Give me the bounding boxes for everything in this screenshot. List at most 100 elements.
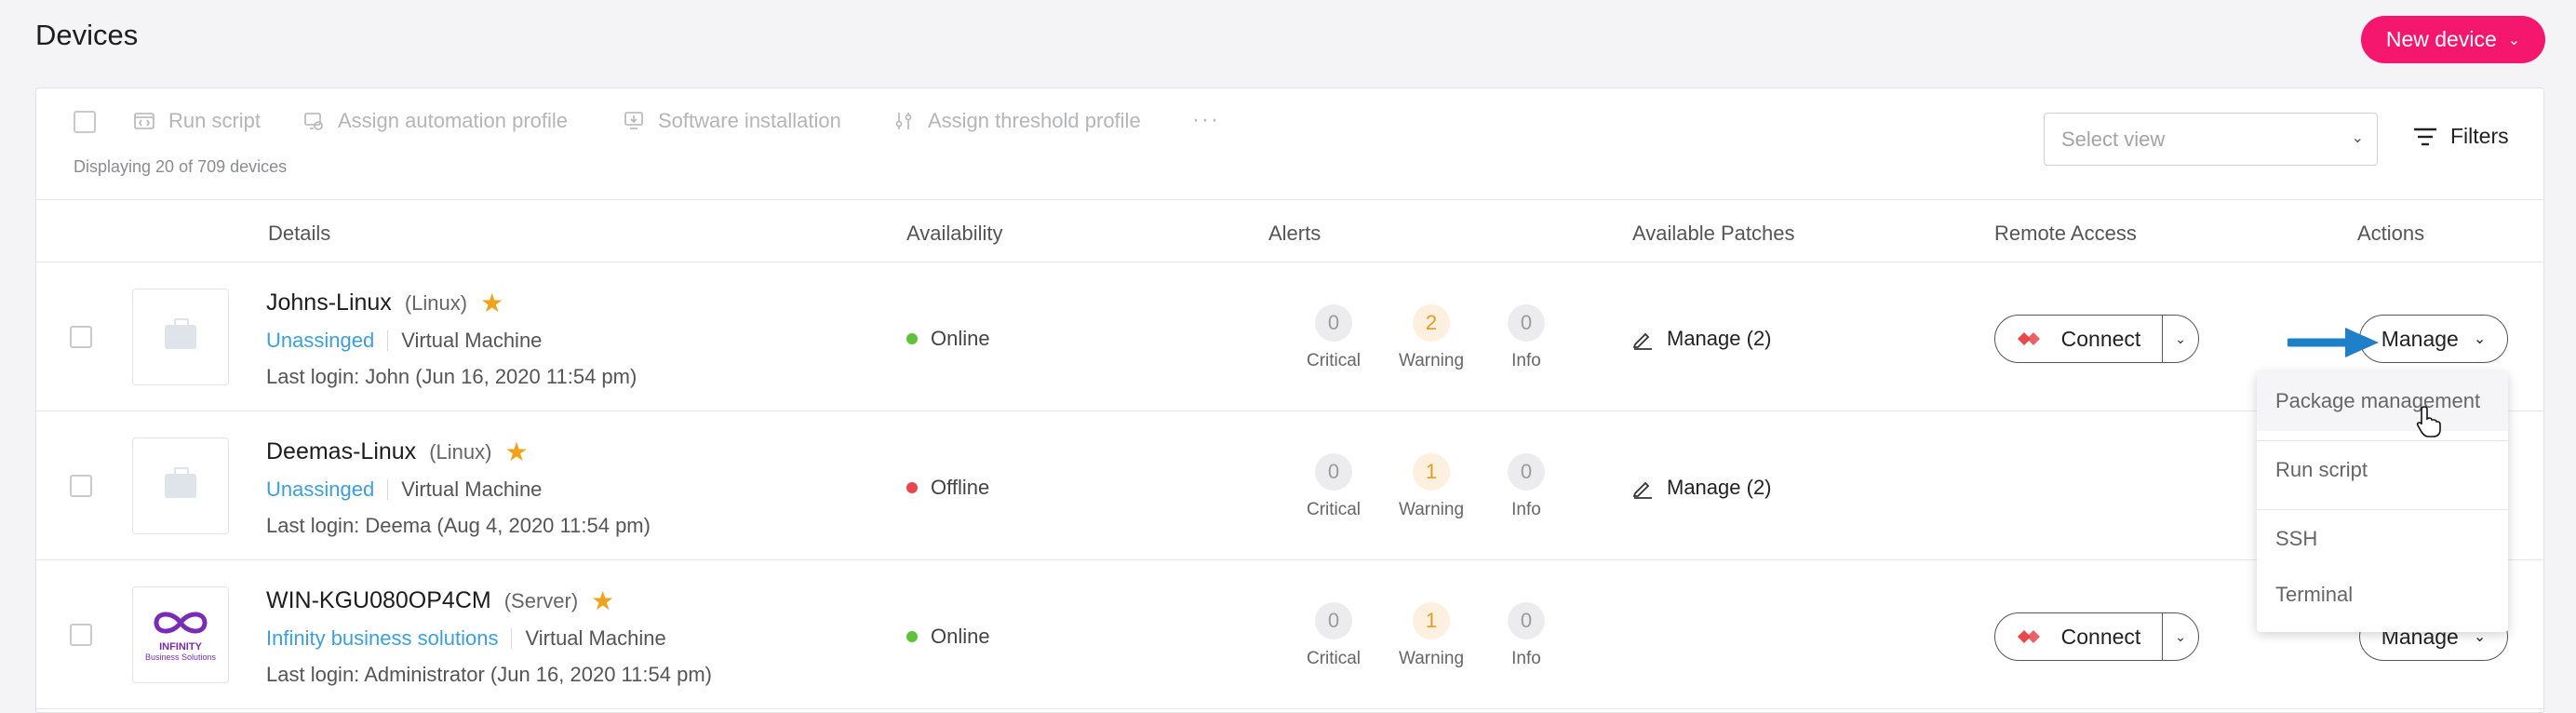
toolbar: Run script Assign automation profile Sof…	[36, 88, 2543, 200]
chevron-down-icon[interactable]: ⌄	[2163, 629, 2198, 645]
chevron-down-icon[interactable]: ⌄	[2163, 331, 2198, 347]
alert-info[interactable]: 0 Info	[1489, 453, 1563, 520]
alert-warning[interactable]: 2 Warning	[1394, 304, 1469, 371]
table-row[interactable]: INFINITY Business Solutions WIN-KGU080OP…	[36, 561, 2543, 709]
column-alerts[interactable]: Alerts	[1268, 222, 1321, 246]
info-label: Info	[1511, 500, 1541, 519]
divider	[511, 628, 513, 649]
device-name[interactable]: Johns-Linux	[266, 289, 392, 316]
code-window-icon	[134, 113, 154, 129]
connect-label: Connect	[2060, 624, 2141, 649]
device-name[interactable]: WIN-KGU080OP4CM	[266, 587, 491, 614]
column-availability[interactable]: Availability	[906, 222, 1003, 246]
select-view-dropdown[interactable]: Select view ⌄	[2044, 113, 2378, 166]
devices-page: Devices New device ⌄ Run script Assign a…	[0, 0, 2576, 713]
filter-icon	[2414, 128, 2436, 145]
device-title: WIN-KGU080OP4CM (Server) ★	[266, 585, 614, 616]
infinity-logo-icon	[154, 612, 208, 634]
sliders-icon	[895, 113, 912, 129]
alert-critical[interactable]: 0 Critical	[1296, 602, 1371, 669]
organization-link[interactable]: Unassinged	[266, 478, 374, 502]
pen-icon	[1632, 332, 1652, 350]
device-meta: Unassinged Virtual Machine	[266, 329, 542, 353]
software-installation-label: Software installation	[658, 109, 841, 132]
filters-button[interactable]: Filters	[2413, 124, 2509, 149]
connect-button[interactable]: Connect	[1995, 316, 2163, 362]
assign-threshold-profile-action[interactable]: Assign threshold profile	[892, 109, 1141, 133]
star-icon[interactable]: ★	[591, 585, 614, 616]
run-script-action[interactable]: Run script	[133, 109, 261, 133]
menu-item-run-script[interactable]: Run script	[2257, 440, 2508, 500]
new-device-button[interactable]: New device ⌄	[2361, 16, 2545, 63]
page-title: Devices	[35, 19, 139, 51]
device-os: (Linux)	[404, 290, 468, 315]
chevron-down-icon: ⌄	[2351, 130, 2364, 146]
software-installation-action[interactable]: Software installation	[623, 109, 841, 133]
availability-status: Offline	[906, 476, 989, 500]
organization-link[interactable]: Infinity business solutions	[266, 626, 498, 651]
new-device-label: New device	[2385, 27, 2497, 51]
alert-info[interactable]: 0 Info	[1489, 602, 1563, 669]
logo-line-1: INFINITY	[159, 641, 202, 652]
automation-icon	[304, 113, 323, 130]
alert-critical[interactable]: 0 Critical	[1296, 453, 1371, 520]
column-details[interactable]: Details	[268, 222, 330, 246]
connect-button[interactable]: Connect	[1995, 613, 2163, 660]
device-case-icon	[165, 318, 196, 349]
more-actions-icon[interactable]: ···	[1192, 107, 1220, 133]
availability-status: Online	[906, 625, 990, 649]
manage-dropdown-menu: Package management Run script SSH Termin…	[2257, 371, 2508, 632]
last-login: Last login: John (Jun 16, 2020 11:54 pm)	[266, 365, 637, 388]
alert-critical[interactable]: 0 Critical	[1296, 304, 1371, 371]
table-header: Details Availability Alerts Available Pa…	[36, 201, 2543, 262]
device-name[interactable]: Deemas-Linux	[266, 438, 416, 465]
status-dot	[906, 482, 918, 493]
warning-label: Warning	[1398, 500, 1465, 519]
device-title: Deemas-Linux (Linux) ★	[266, 437, 529, 467]
availability-label: Online	[931, 327, 990, 350]
alert-warning[interactable]: 1 Warning	[1394, 453, 1469, 520]
star-icon[interactable]: ★	[504, 437, 528, 467]
connect-label: Connect	[2060, 326, 2141, 351]
manage-patches-link[interactable]: Manage (2)	[1631, 327, 1772, 351]
menu-item-terminal[interactable]: Terminal	[2257, 565, 2508, 625]
column-actions: Actions	[2357, 222, 2425, 245]
info-count: 0	[1508, 602, 1545, 639]
row-checkbox[interactable]	[70, 326, 92, 348]
column-remote-access[interactable]: Remote Access	[1994, 222, 2137, 246]
availability-label: Offline	[931, 476, 990, 499]
device-type: Virtual Machine	[401, 329, 543, 352]
logo-line-2: Business Solutions	[144, 652, 217, 662]
organization-link[interactable]: Unassinged	[266, 329, 374, 353]
manage-button[interactable]: Manage ⌄	[2359, 315, 2508, 363]
divider	[387, 479, 389, 500]
alert-warning[interactable]: 1 Warning	[1394, 602, 1469, 669]
connect-split-button[interactable]: Connect ⌄	[1994, 612, 2199, 661]
connect-split-button[interactable]: Connect ⌄	[1994, 315, 2199, 363]
critical-label: Critical	[1306, 500, 1362, 519]
device-os: (Linux)	[429, 439, 492, 464]
device-os: (Server)	[503, 588, 579, 612]
critical-count: 0	[1315, 453, 1352, 491]
menu-item-ssh[interactable]: SSH	[2257, 509, 2508, 569]
availability-status: Online	[906, 327, 990, 351]
manage-patches-link[interactable]: Manage (2)	[1631, 476, 1772, 500]
column-available-patches[interactable]: Available Patches	[1632, 222, 1795, 246]
menu-item-package-management[interactable]: Package management	[2257, 371, 2508, 431]
hand-cursor-icon	[2416, 406, 2441, 437]
critical-label: Critical	[1306, 351, 1362, 370]
assign-automation-profile-action[interactable]: Assign automation profile	[302, 109, 568, 133]
alert-info[interactable]: 0 Info	[1489, 304, 1563, 371]
row-checkbox[interactable]	[70, 624, 92, 646]
table-row[interactable]: Johns-Linux (Linux) ★ Unassinged Virtual…	[36, 263, 2543, 411]
info-count: 0	[1508, 304, 1545, 342]
devices-panel: Run script Assign automation profile Sof…	[35, 87, 2544, 713]
critical-count: 0	[1315, 304, 1352, 342]
pointer-arrow-icon	[2288, 328, 2379, 357]
select-all-checkbox[interactable]	[74, 111, 96, 133]
row-checkbox[interactable]	[70, 475, 92, 497]
info-label: Info	[1511, 351, 1541, 370]
table-row[interactable]: Deemas-Linux (Linux) ★ Unassinged Virtua…	[36, 412, 2543, 560]
star-icon[interactable]: ★	[480, 288, 503, 318]
patches-label: Manage (2)	[1667, 476, 1772, 499]
